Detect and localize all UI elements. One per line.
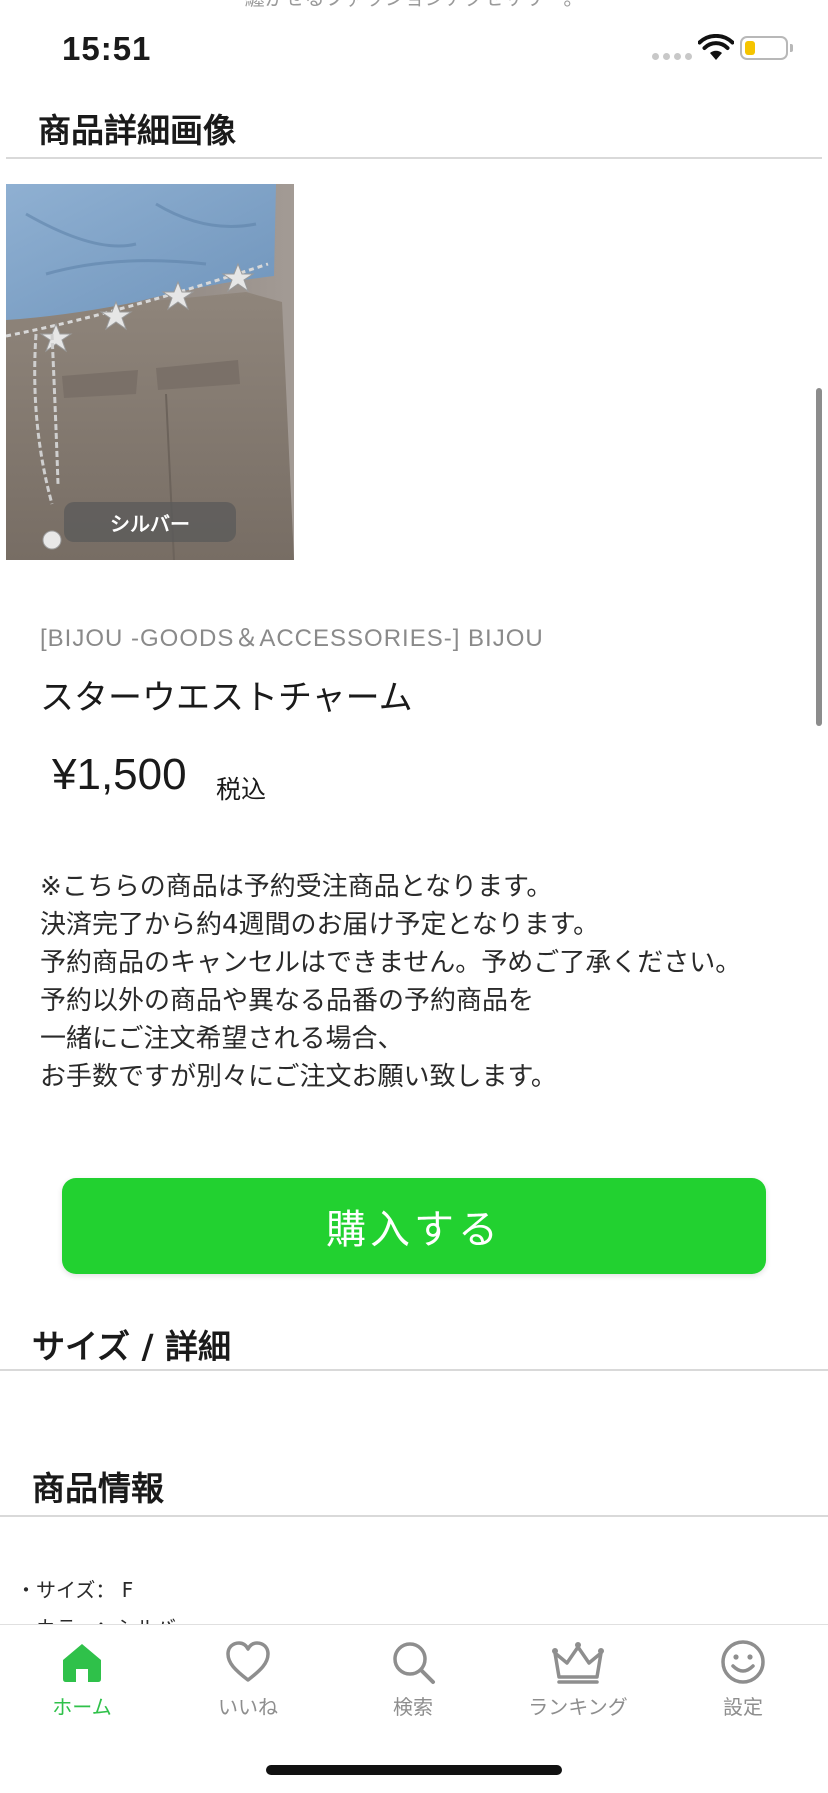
preorder-notice: ※こちらの商品は予約受注商品となります。 決済完了から約4週間のお届け予定となり…: [40, 872, 742, 1092]
tax-label: 税込: [216, 775, 267, 804]
product-title: スターウエストチャーム: [40, 678, 413, 718]
tab-label: いいね: [218, 1695, 278, 1719]
battery-icon: [740, 36, 793, 60]
search-icon: [393, 1642, 435, 1684]
tab-favorites[interactable]: いいね: [173, 1639, 323, 1720]
tab-search[interactable]: 検索: [338, 1639, 488, 1720]
wifi-icon: [697, 34, 735, 66]
brand-name[interactable]: [BIJOU -GOODS＆ACCESSORIES-] BIJOU: [40, 618, 544, 653]
home-indicator[interactable]: [266, 1765, 562, 1775]
scrolled-text-fragment: 纏かせるファッションアクセサリー。: [0, 0, 828, 12]
product-info-heading: 商品情報: [32, 1469, 164, 1508]
status-time: 15:51: [62, 30, 152, 67]
tab-label: ランキング: [528, 1695, 628, 1719]
variant-label: シルバー: [64, 502, 236, 542]
product-price: ¥1,500: [52, 750, 187, 799]
divider: [6, 157, 822, 159]
product-detail-image[interactable]: シルバー: [6, 184, 294, 560]
home-icon: [63, 1644, 101, 1682]
divider: [0, 1369, 828, 1371]
crown-icon: [552, 1642, 604, 1684]
tab-home[interactable]: ホーム: [7, 1639, 157, 1720]
tab-label: ホーム: [52, 1695, 112, 1719]
buy-button[interactable]: 購入する: [62, 1178, 766, 1274]
scrollbar[interactable]: [816, 388, 822, 726]
smiley-icon: [721, 1640, 765, 1684]
heart-icon: [226, 1641, 270, 1682]
size-details-heading[interactable]: サイズ / 詳細: [32, 1320, 231, 1368]
tab-settings[interactable]: 設定: [668, 1639, 818, 1720]
tab-label: 設定: [723, 1695, 763, 1719]
divider: [0, 1515, 828, 1517]
cellular-signal-icon: [652, 53, 692, 60]
tab-label: 検索: [393, 1695, 433, 1719]
tab-ranking[interactable]: ランキング: [503, 1639, 653, 1720]
detail-images-heading: 商品詳細画像: [38, 111, 236, 150]
info-size-line: ・サイズ： F: [16, 1578, 134, 1602]
